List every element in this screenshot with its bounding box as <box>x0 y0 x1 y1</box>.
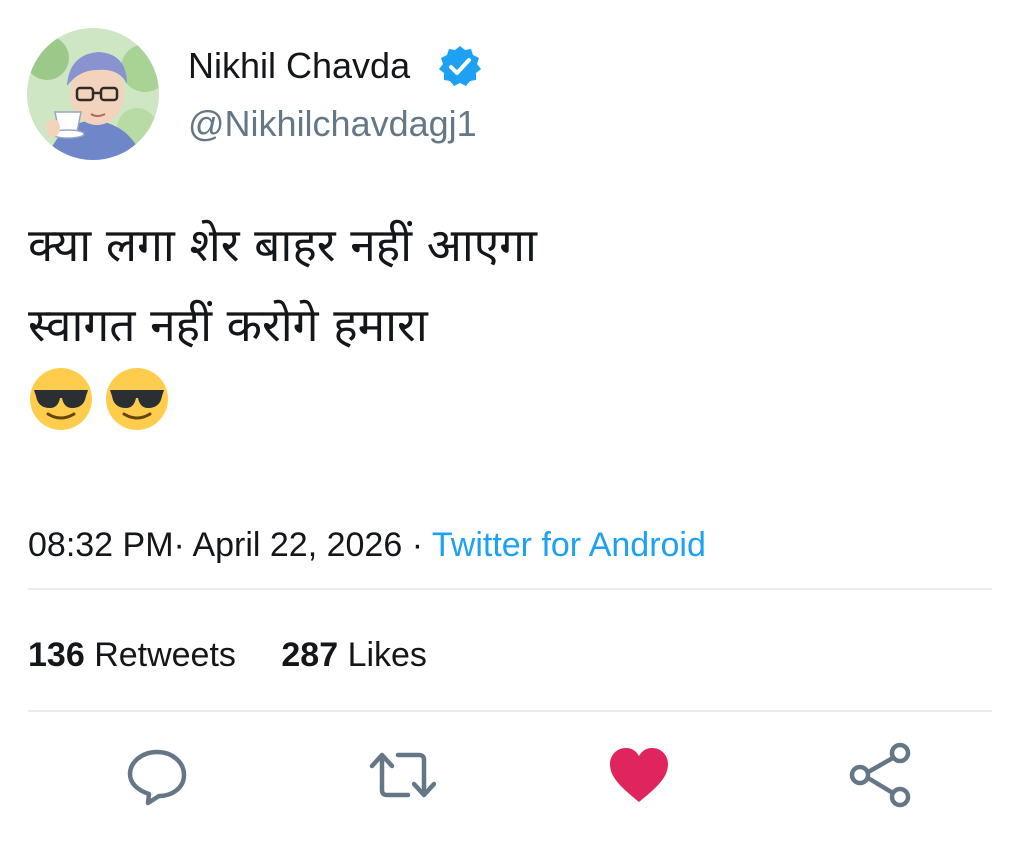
share-icon <box>849 742 911 808</box>
divider <box>28 588 992 590</box>
tweet-time: 08:32 PM <box>28 526 174 564</box>
sunglasses-face-emoji-icon <box>30 368 92 430</box>
tweet-source-link[interactable]: Twitter for Android <box>432 526 706 564</box>
verified-badge-icon <box>437 44 483 90</box>
tweet-text-line: स्वागत नहीं करोगे हमारा <box>28 298 428 352</box>
retweets-stat[interactable]: 136 Retweets <box>28 636 236 674</box>
like-icon <box>610 748 668 802</box>
divider <box>28 710 992 712</box>
tweet-stats: 136 Retweets 287 Likes <box>28 632 463 678</box>
retweet-button[interactable] <box>368 740 438 810</box>
meta-separator: · <box>173 526 185 564</box>
likes-stat[interactable]: 287 Likes <box>281 636 427 674</box>
retweet-icon <box>369 752 437 798</box>
tweet-metadata: 08:32 PM· April 22, 2026 · Twitter for A… <box>28 522 706 568</box>
reply-button[interactable] <box>122 740 192 810</box>
tweet-text-line: क्या लगा शेर बाहर नहीं आएगा <box>28 218 537 272</box>
author-handle[interactable]: @Nikhilchavdagj1 <box>188 102 477 146</box>
reply-icon <box>127 749 187 806</box>
emoji-row <box>28 366 176 432</box>
sunglasses-face-emoji-icon <box>106 368 169 430</box>
tweet-text: क्या लगा शेर बाहर नहीं आएगा स्वागत नहीं … <box>28 205 988 365</box>
tweet-date: April 22, 2026 <box>192 526 403 564</box>
likes-count: 287 <box>281 636 339 674</box>
author-display-name[interactable]: Nikhil Chavda <box>188 44 410 88</box>
like-button[interactable] <box>604 740 674 810</box>
avatar[interactable] <box>27 28 159 160</box>
meta-separator: · <box>411 526 424 564</box>
avatar-image <box>27 28 159 160</box>
share-button[interactable] <box>846 740 916 810</box>
retweets-count: 136 <box>28 636 85 674</box>
likes-label: Likes <box>347 636 427 674</box>
retweets-label: Retweets <box>94 636 236 674</box>
